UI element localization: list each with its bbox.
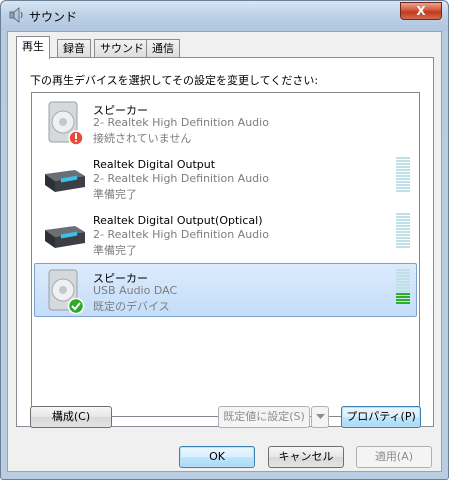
sound-dialog: サウンド X 再生 録音 サウンド 通信 下の再生デバイスを選択してその設定を変… bbox=[0, 0, 449, 480]
tab-recording[interactable]: 録音 bbox=[57, 39, 91, 58]
title-bar[interactable]: サウンド X bbox=[1, 1, 448, 31]
device-name: Realtek Digital Output bbox=[93, 158, 216, 171]
playback-tab-panel: 下の再生デバイスを選択してその設定を変更してください: スピーカー 2- Rea… bbox=[16, 57, 434, 427]
device-status: 準備完了 bbox=[93, 188, 137, 201]
volume-meter bbox=[396, 213, 410, 257]
device-driver: USB Audio DAC bbox=[93, 284, 178, 297]
list-item-device-4[interactable]: スピーカー USB Audio DAC 既定のデバイス bbox=[34, 263, 417, 317]
window-title: サウンド bbox=[29, 10, 78, 24]
device-driver: 2- Realtek High Definition Audio bbox=[93, 172, 269, 185]
device-status: 接続されていません bbox=[93, 132, 192, 145]
tab-communications[interactable]: 通信 bbox=[146, 39, 180, 58]
list-item-device-2[interactable]: Realtek Digital Output 2- Realtek High D… bbox=[34, 151, 417, 205]
dialog-client-area: 再生 録音 サウンド 通信 下の再生デバイスを選択してその設定を変更してください… bbox=[7, 31, 442, 472]
device-status: 既定のデバイス bbox=[93, 300, 170, 313]
speaker-disconnected-icon bbox=[48, 101, 84, 146]
device-driver: 2- Realtek High Definition Audio bbox=[93, 228, 269, 241]
digital-output-device-icon bbox=[45, 226, 85, 248]
list-item-device-3[interactable]: Realtek Digital Output(Optical) 2- Realt… bbox=[34, 207, 417, 261]
chevron-down-icon bbox=[315, 414, 325, 419]
volume-meter bbox=[396, 269, 410, 313]
ok-button[interactable]: OK bbox=[179, 446, 255, 468]
device-status: 準備完了 bbox=[93, 244, 137, 257]
close-button[interactable]: X bbox=[400, 2, 442, 20]
set-default-split-button: 既定値に設定(S) bbox=[218, 406, 330, 428]
set-default-dropdown[interactable] bbox=[311, 406, 329, 428]
cancel-button[interactable]: キャンセル bbox=[268, 446, 344, 468]
list-item-device-1[interactable]: スピーカー 2- Realtek High Definition Audio 接… bbox=[34, 95, 417, 149]
playback-device-list[interactable]: スピーカー 2- Realtek High Definition Audio 接… bbox=[31, 92, 420, 417]
instruction-text: 下の再生デバイスを選択してその設定を変更してください: bbox=[30, 74, 319, 87]
sound-app-icon bbox=[9, 7, 23, 23]
set-default-button[interactable]: 既定値に設定(S) bbox=[218, 406, 310, 428]
tab-playback[interactable]: 再生 bbox=[16, 36, 50, 59]
properties-button[interactable]: プロパティ(P) bbox=[341, 406, 421, 428]
device-driver: 2- Realtek High Definition Audio bbox=[93, 116, 269, 129]
apply-button[interactable]: 適用(A) bbox=[356, 446, 432, 468]
speaker-default-icon bbox=[48, 269, 85, 314]
tab-sounds[interactable]: サウンド bbox=[94, 39, 150, 58]
digital-output-device-icon bbox=[45, 170, 85, 192]
configure-button[interactable]: 構成(C) bbox=[30, 406, 112, 428]
volume-meter bbox=[396, 157, 410, 201]
device-name: Realtek Digital Output(Optical) bbox=[93, 214, 263, 227]
